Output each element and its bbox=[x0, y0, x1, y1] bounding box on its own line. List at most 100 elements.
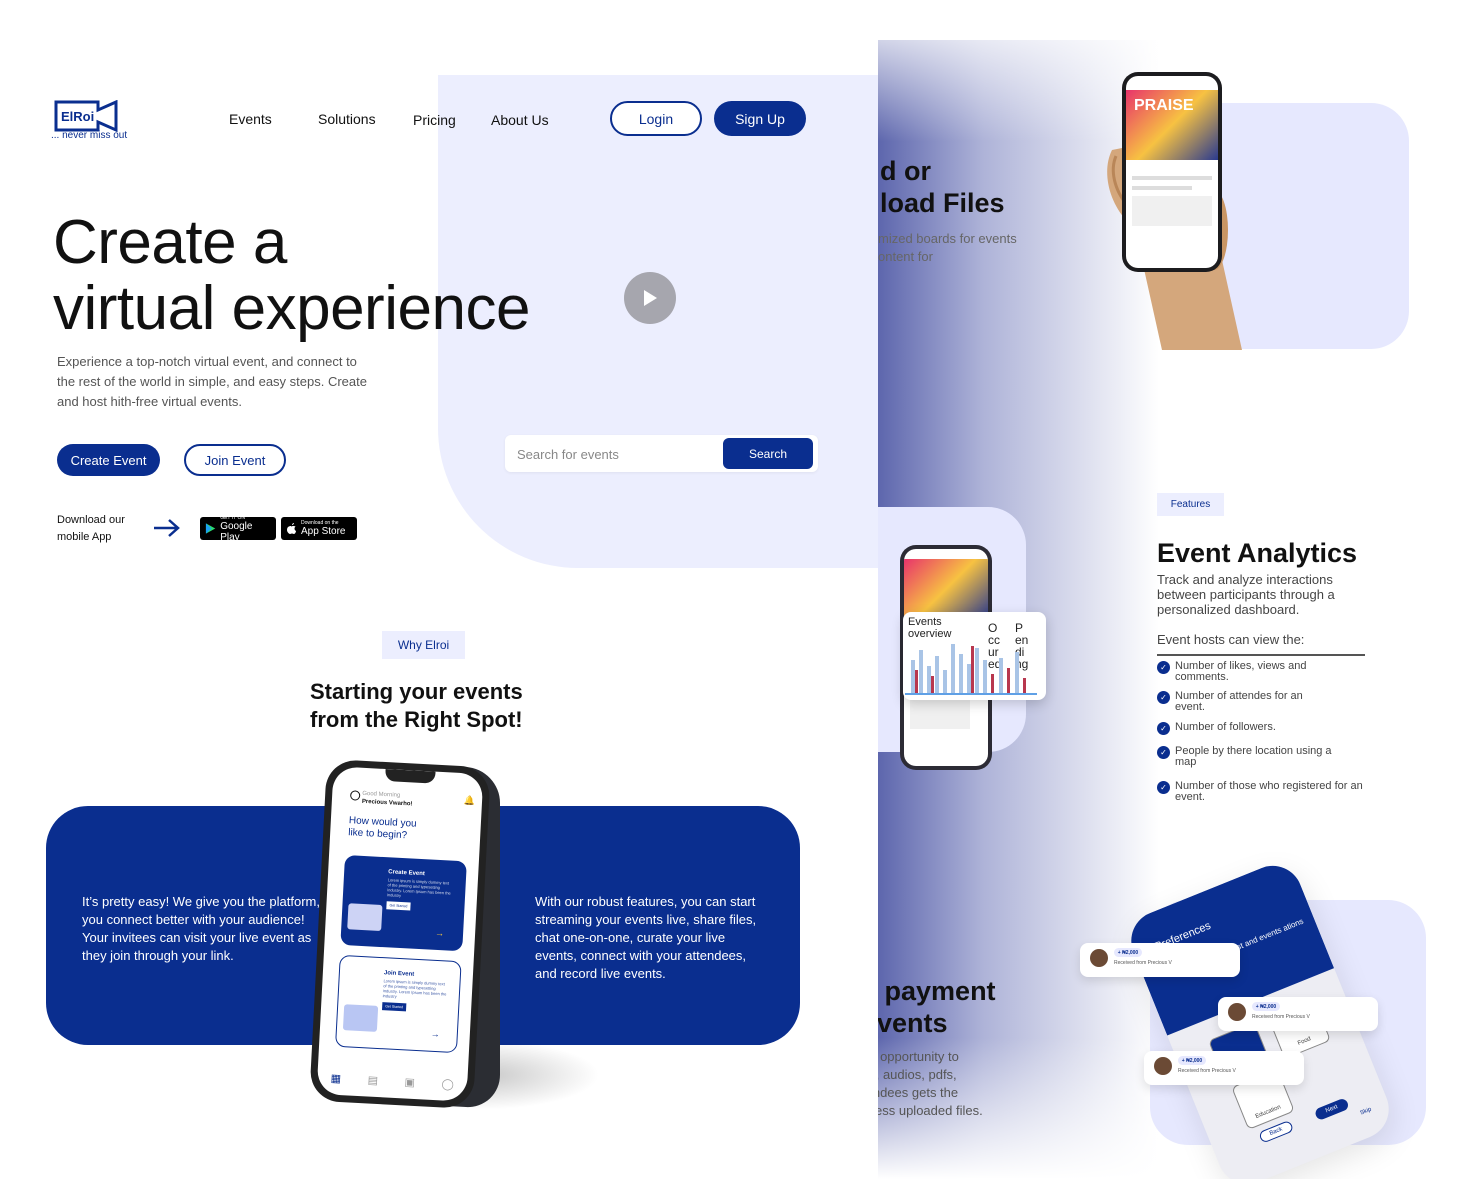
check-icon: ✓ bbox=[1157, 746, 1170, 759]
grid-icon[interactable]: ▦ bbox=[330, 1071, 341, 1085]
search-input[interactable] bbox=[517, 443, 712, 465]
join-event-button[interactable]: Join Event bbox=[184, 444, 286, 476]
logo-text: ElRoi bbox=[61, 109, 95, 124]
features-item: ✓ Number of those who registered for an e… bbox=[1157, 781, 1372, 803]
showcase-phone-top: PRAISE bbox=[1122, 72, 1222, 272]
check-icon: ✓ bbox=[1157, 661, 1170, 674]
notification-description: Received from Precious V bbox=[1178, 1068, 1236, 1074]
upload-heading-line1: d or bbox=[880, 156, 931, 186]
features-title: Event Analytics bbox=[1157, 538, 1358, 568]
payment-heading-line2: events bbox=[862, 1008, 948, 1038]
features-item: ✓ People by there location using a map bbox=[1157, 746, 1342, 768]
download-line1: Download our bbox=[57, 514, 125, 526]
payment-sub-line: os, audios, pdfs, bbox=[862, 1067, 957, 1082]
events-overview-card: Events overview Occured Pending bbox=[903, 612, 1046, 700]
search-button[interactable]: Search bbox=[723, 438, 813, 469]
why-title-line2: from the Right Spot! bbox=[310, 707, 523, 732]
app-phone-mockup: Good Morning Precious Vwarho! 🔔 How woul… bbox=[309, 758, 491, 1110]
landing-page: ElRoi ... never miss out Events Solution… bbox=[0, 0, 878, 1168]
upload-heading: d or load Files bbox=[880, 155, 1005, 219]
features-item-text: Number of followers. bbox=[1175, 721, 1276, 733]
upload-heading-line2: load Files bbox=[880, 188, 1005, 218]
google-play-big: Google Play bbox=[220, 520, 253, 543]
text-placeholder bbox=[1132, 196, 1212, 226]
payment-sub-line: tendees gets the bbox=[862, 1085, 959, 1100]
nav-events[interactable]: Events bbox=[229, 111, 272, 127]
payment-sub-line: he opportunity to bbox=[862, 1049, 959, 1064]
text-placeholder bbox=[1132, 176, 1212, 180]
signup-button[interactable]: Sign Up bbox=[714, 101, 806, 136]
check-icon: ✓ bbox=[1157, 691, 1170, 704]
begin-question: How would you like to begin? bbox=[348, 815, 417, 843]
payment-notification: + ₦2,000 Received from Precious V bbox=[1218, 997, 1378, 1031]
why-title: Starting your events from the Right Spot… bbox=[310, 678, 523, 734]
download-line2: mobile App bbox=[57, 531, 112, 543]
hero-title-line2: virtual experience bbox=[53, 274, 530, 343]
get-started-button[interactable]: Get Started bbox=[381, 1002, 407, 1012]
features-item: ✓ Number of followers. bbox=[1157, 721, 1357, 735]
user-avatar-icon bbox=[349, 790, 361, 801]
avatar bbox=[1154, 1057, 1172, 1075]
upload-sub-line1: mized boards for events bbox=[878, 231, 1017, 246]
event-search: Search bbox=[505, 435, 818, 472]
google-play-badge[interactable]: GET IT ON Google Play bbox=[200, 515, 276, 543]
brand-logo[interactable]: ElRoi ... never miss out bbox=[51, 99, 127, 141]
why-left-text: It’s pretty easy! We give you the platfo… bbox=[82, 894, 320, 963]
apple-icon bbox=[287, 523, 296, 534]
app-store-badge[interactable]: Download on the App Store bbox=[281, 517, 357, 540]
features-divider bbox=[1157, 654, 1365, 656]
notification-description: Received from Precious V bbox=[1114, 960, 1172, 966]
login-button[interactable]: Login bbox=[610, 101, 702, 136]
card-body: Lorem ipsum is simply dummy text of the … bbox=[382, 978, 447, 999]
greeting: Good Morning Precious Vwarho! bbox=[362, 790, 413, 809]
phone-tab-bar: ▦ ▤ ▣ ◯ bbox=[317, 1060, 469, 1102]
play-video-button[interactable] bbox=[624, 272, 676, 324]
phone-screen: Good Morning Precious Vwarho! 🔔 How woul… bbox=[316, 766, 484, 1102]
payment-notification: + ₦2,000 Received from Precious V bbox=[1144, 1051, 1304, 1085]
card-title: Join Event bbox=[383, 970, 415, 978]
features-tag: Features bbox=[1157, 493, 1224, 516]
events-overview-title: Events overview bbox=[908, 616, 952, 640]
features-item-text: People by there location using a map bbox=[1175, 745, 1332, 768]
arrow-right-icon: → bbox=[434, 927, 445, 939]
nav-pricing[interactable]: Pricing bbox=[413, 112, 456, 128]
features-item-text: Number of attendes for an event. bbox=[1175, 690, 1303, 713]
payment-sub-line: ccess uploaded files. bbox=[862, 1103, 983, 1118]
next-button[interactable]: Next bbox=[1313, 1097, 1350, 1122]
join-event-card[interactable]: Join Event Lorem ipsum is simply dummy t… bbox=[335, 954, 462, 1054]
upload-sub-line2: ontent for bbox=[878, 249, 933, 264]
arrow-right-icon bbox=[154, 519, 180, 537]
nav-about-us[interactable]: About Us bbox=[491, 112, 549, 128]
features-subtitle: Track and analyze interactions between p… bbox=[1157, 572, 1335, 617]
profile-icon[interactable]: ◯ bbox=[441, 1077, 454, 1091]
bell-icon[interactable]: 🔔 bbox=[464, 795, 476, 807]
download-app-label: Download our mobile App bbox=[57, 512, 137, 546]
features-item: ✓ Number of attendes for an event. bbox=[1157, 691, 1327, 713]
avatar bbox=[1090, 949, 1108, 967]
check-icon: ✓ bbox=[1157, 781, 1170, 794]
calendar-icon[interactable]: ▤ bbox=[367, 1073, 378, 1087]
features-item: ✓ Number of likes, views and comments. bbox=[1157, 661, 1327, 683]
events-overview-bars bbox=[905, 644, 1037, 695]
phone-screen: PRAISE bbox=[1126, 76, 1218, 268]
payment-subtext: he opportunity to os, audios, pdfs, tend… bbox=[862, 1048, 1012, 1120]
notification-amount: + ₦2,000 bbox=[1114, 948, 1142, 957]
hero-title-line1: Create a bbox=[53, 208, 287, 277]
card-body: Lorem ipsum is simply dummy text of the … bbox=[386, 877, 451, 898]
nav-solutions[interactable]: Solutions bbox=[318, 111, 376, 127]
create-event-card[interactable]: Create Event Lorem ipsum is simply dummy… bbox=[340, 855, 467, 952]
card-title: Create Event bbox=[388, 869, 426, 878]
get-started-button[interactable]: Get Started bbox=[386, 901, 411, 911]
app-store-big: App Store bbox=[301, 526, 346, 537]
tickets-icon[interactable]: ▣ bbox=[404, 1075, 415, 1089]
skip-link[interactable]: Skip bbox=[1359, 1107, 1372, 1117]
phone-notch bbox=[384, 769, 436, 784]
payment-heading-line1: e payment bbox=[862, 976, 996, 1006]
text-placeholder bbox=[910, 699, 970, 729]
hero-title: Create a virtual experience bbox=[53, 210, 530, 342]
features-hosts-label: Event hosts can view the: bbox=[1157, 632, 1305, 647]
hero-subtitle: Experience a top-notch virtual event, an… bbox=[57, 354, 367, 409]
text-placeholder bbox=[1132, 186, 1192, 190]
notification-description: Received from Precious V bbox=[1252, 1014, 1310, 1020]
create-event-button[interactable]: Create Event bbox=[57, 444, 160, 476]
